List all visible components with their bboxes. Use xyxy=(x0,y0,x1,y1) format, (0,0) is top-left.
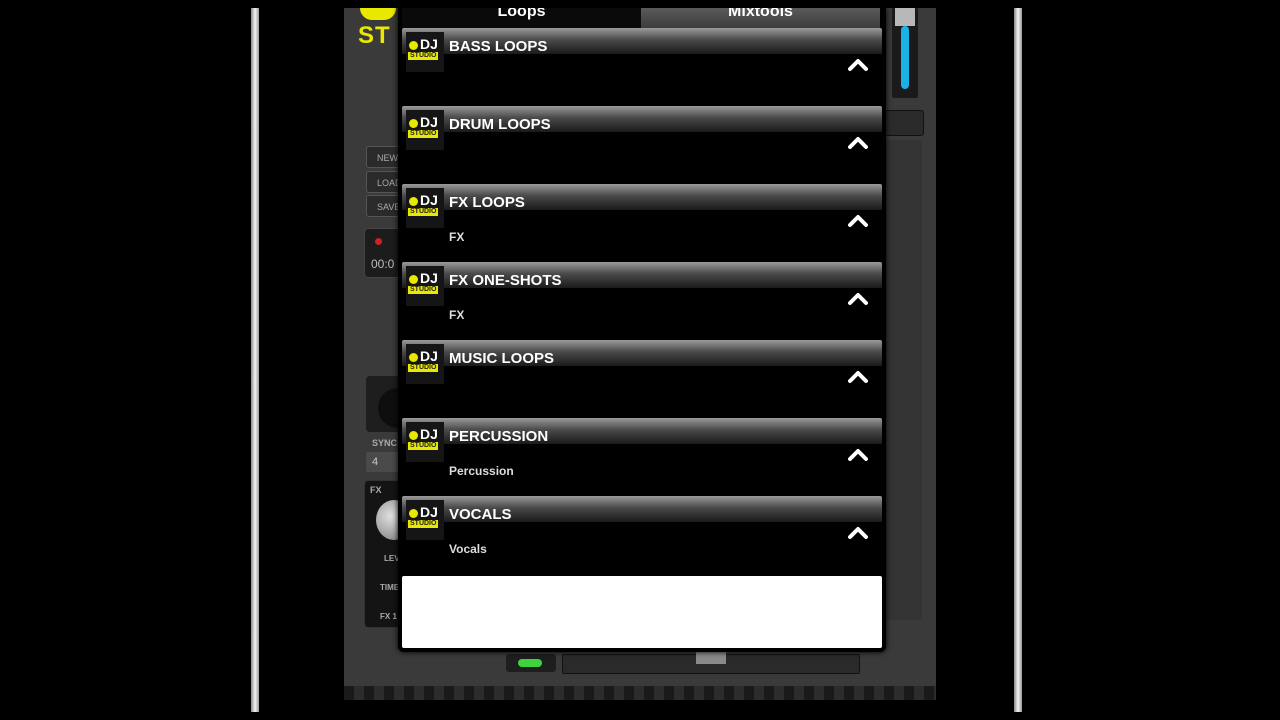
right-panel xyxy=(884,140,922,620)
chevron-up-icon[interactable] xyxy=(846,366,870,386)
device-frame-left xyxy=(251,8,259,712)
volume-slider-fill xyxy=(901,26,909,89)
category-title: PERCUSSION xyxy=(449,428,549,445)
chevron-up-icon[interactable] xyxy=(846,288,870,308)
category-subtitle: FX xyxy=(449,230,465,244)
dj-studio-icon: DJ STUDIO xyxy=(406,188,444,228)
record-icon xyxy=(375,238,382,245)
logo-dot xyxy=(409,509,418,518)
dj-studio-icon: DJ STUDIO xyxy=(406,344,444,384)
chevron-up-icon[interactable] xyxy=(846,54,870,74)
logo-studio-text: STUDIO xyxy=(408,52,439,60)
category-list: DJ STUDIO BASS LOOPS DJ STUDIO DRUM LOOP… xyxy=(402,28,882,574)
logo-dot xyxy=(409,275,418,284)
dj-studio-icon: DJ STUDIO xyxy=(406,266,444,306)
new-button[interactable]: NEW xyxy=(366,146,402,168)
logo-dj-text: DJ xyxy=(420,348,438,364)
logo-dj-text: DJ xyxy=(420,192,438,208)
browser-tabs: Loops Mixtools xyxy=(402,8,880,28)
logo-dj-text: DJ xyxy=(420,36,438,52)
device-frame-right xyxy=(1014,8,1022,712)
dj-studio-icon: DJ STUDIO xyxy=(406,422,444,462)
category-subtitle: Percussion xyxy=(449,464,514,478)
logo-dot xyxy=(409,431,418,440)
sync-label: SYNC xyxy=(372,438,398,448)
category-title: VOCALS xyxy=(449,506,512,523)
logo-studio-text: STUDIO xyxy=(408,442,439,450)
category-item[interactable]: DJ STUDIO PERCUSSION Percussion xyxy=(402,418,882,496)
category-item[interactable]: DJ STUDIO DRUM LOOPS xyxy=(402,106,882,184)
save-button[interactable]: SAVE xyxy=(366,195,402,217)
volume-slider-thumb[interactable] xyxy=(895,8,915,26)
fx-time-label: TIME xyxy=(380,583,400,592)
category-title: MUSIC LOOPS xyxy=(449,350,555,367)
logo-studio-text: STUDIO xyxy=(408,286,439,294)
category-item[interactable]: DJ STUDIO FX ONE-SHOTS FX xyxy=(402,262,882,340)
category-item[interactable]: DJ STUDIO FX LOOPS FX xyxy=(402,184,882,262)
tab-loops[interactable]: Loops xyxy=(402,8,641,28)
logo-dot xyxy=(409,119,418,128)
category-subtitle: Vocals xyxy=(449,542,487,556)
logo-dot xyxy=(409,197,418,206)
loops-browser-popup: Loops Mixtools DJ STUDIO BASS LOOPS DJ S… xyxy=(398,8,886,652)
chevron-up-icon[interactable] xyxy=(846,210,870,230)
crossfader-thumb[interactable] xyxy=(696,652,726,664)
dj-studio-icon: DJ STUDIO xyxy=(406,32,444,72)
category-item[interactable]: DJ STUDIO BASS LOOPS xyxy=(402,28,882,106)
logo-studio-text: STUDIO xyxy=(408,208,439,216)
chevron-up-icon[interactable] xyxy=(846,522,870,542)
logo-dot xyxy=(409,41,418,50)
decorative-pattern xyxy=(344,686,936,700)
category-title: DRUM LOOPS xyxy=(449,116,551,133)
dj-studio-icon: DJ STUDIO xyxy=(406,500,444,540)
right-button[interactable] xyxy=(884,110,924,136)
category-item[interactable]: DJ STUDIO VOCALS Vocals xyxy=(402,496,882,574)
logo-studio-text: STUDIO xyxy=(408,364,439,372)
fx1-label: FX 1 xyxy=(380,612,397,621)
logo-dj-text: DJ xyxy=(420,270,438,286)
logo-dot xyxy=(409,353,418,362)
category-title: FX LOOPS xyxy=(449,194,525,211)
logo-dj-text: DJ xyxy=(420,426,438,442)
dj-studio-icon: DJ STUDIO xyxy=(406,110,444,150)
tab-mixtools[interactable]: Mixtools xyxy=(641,8,880,28)
logo-studio-text: STUDIO xyxy=(408,130,439,138)
category-title: FX ONE-SHOTS xyxy=(449,272,562,289)
empty-list-area xyxy=(402,576,882,648)
chevron-up-icon[interactable] xyxy=(846,444,870,464)
category-subtitle: FX xyxy=(449,308,465,322)
logo-dj-text: DJ xyxy=(420,114,438,130)
fx-label: FX xyxy=(370,485,382,495)
logo-dj-text: DJ xyxy=(420,504,438,520)
app-logo-text: ST xyxy=(358,22,391,49)
logo-studio-text: STUDIO xyxy=(408,520,439,528)
play-led-icon xyxy=(518,659,542,667)
sync-value[interactable]: 4 xyxy=(366,452,402,472)
chevron-up-icon[interactable] xyxy=(846,132,870,152)
category-item[interactable]: DJ STUDIO MUSIC LOOPS xyxy=(402,340,882,418)
record-time: 00:0 xyxy=(371,257,395,271)
category-title: BASS LOOPS xyxy=(449,38,548,55)
load-button[interactable]: LOAD xyxy=(366,171,402,193)
